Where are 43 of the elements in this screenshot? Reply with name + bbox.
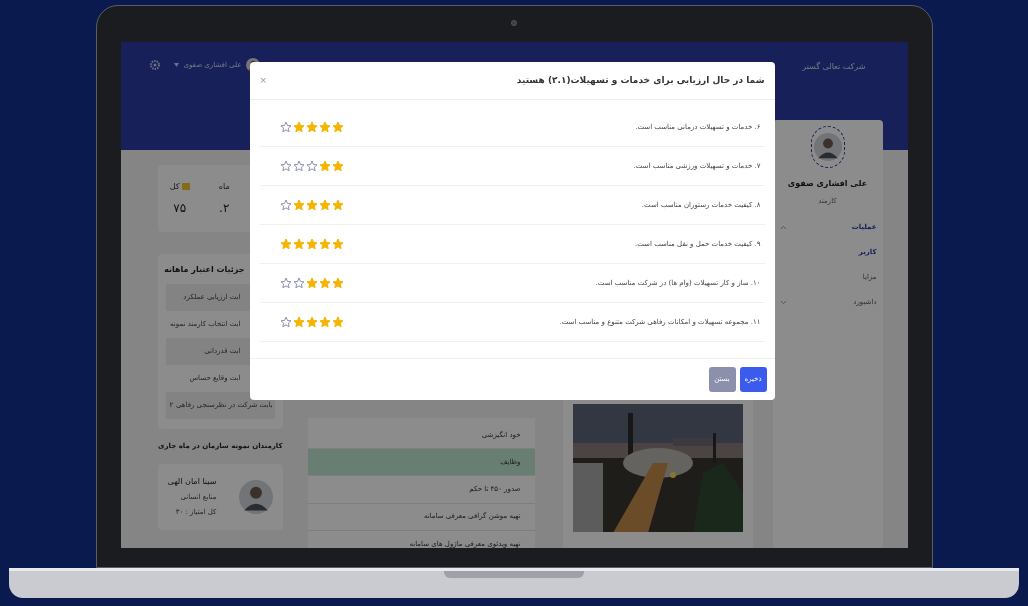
empty-star-icon[interactable] <box>279 277 292 289</box>
filled-star-icon[interactable] <box>318 199 331 211</box>
stat-label: کل <box>169 180 180 193</box>
empty-star-icon[interactable] <box>292 160 305 172</box>
profile-name: علی افشاری صفوی <box>787 178 868 190</box>
filled-star-icon[interactable] <box>305 277 318 289</box>
employee-avatar <box>238 479 273 514</box>
filled-star-icon[interactable] <box>318 316 331 328</box>
chevron-down-icon[interactable] <box>778 298 788 307</box>
empty-star-icon[interactable] <box>279 160 292 172</box>
filled-star-icon[interactable] <box>305 121 318 133</box>
employee-name: سینا امان الهی <box>167 476 217 488</box>
calendar-icon <box>181 183 190 190</box>
filled-star-icon[interactable] <box>292 121 305 133</box>
caret-icon <box>173 63 179 67</box>
filled-star-icon[interactable] <box>331 238 344 250</box>
filled-star-icon[interactable] <box>331 121 344 133</box>
profile-avatar <box>813 133 842 161</box>
filled-star-icon[interactable] <box>318 121 331 133</box>
filled-star-icon[interactable] <box>305 238 318 250</box>
filled-star-icon[interactable] <box>318 160 331 172</box>
filled-star-icon[interactable] <box>279 238 292 250</box>
filled-star-icon[interactable] <box>331 316 344 328</box>
stat-label: ماه <box>218 180 230 193</box>
filled-star-icon[interactable] <box>318 277 331 289</box>
card-title: جزئیات اعتبار ماهانه <box>165 264 246 276</box>
stat-value: ۲. <box>219 199 230 217</box>
close-button[interactable]: × <box>259 76 268 85</box>
company-name: شرکت تعالی گستر <box>802 61 866 73</box>
filled-star-icon[interactable] <box>331 199 344 211</box>
filled-star-icon[interactable] <box>331 160 344 172</box>
filled-star-icon[interactable] <box>305 199 318 211</box>
camera-icon <box>510 20 517 26</box>
chevron-up-icon[interactable] <box>778 223 788 232</box>
filled-star-icon[interactable] <box>292 238 305 250</box>
filled-star-icon[interactable] <box>292 316 305 328</box>
filled-star-icon[interactable] <box>305 316 318 328</box>
filled-star-icon[interactable] <box>318 238 331 250</box>
settings-icon[interactable] <box>148 59 161 71</box>
filled-star-icon[interactable] <box>292 199 305 211</box>
filled-star-icon[interactable] <box>331 277 344 289</box>
dialog-title: شما در حال ارزیابی برای خدمات و تسهیلات(۲.۱) هستید <box>516 73 765 88</box>
stat-value: ۷۵ <box>173 199 187 217</box>
